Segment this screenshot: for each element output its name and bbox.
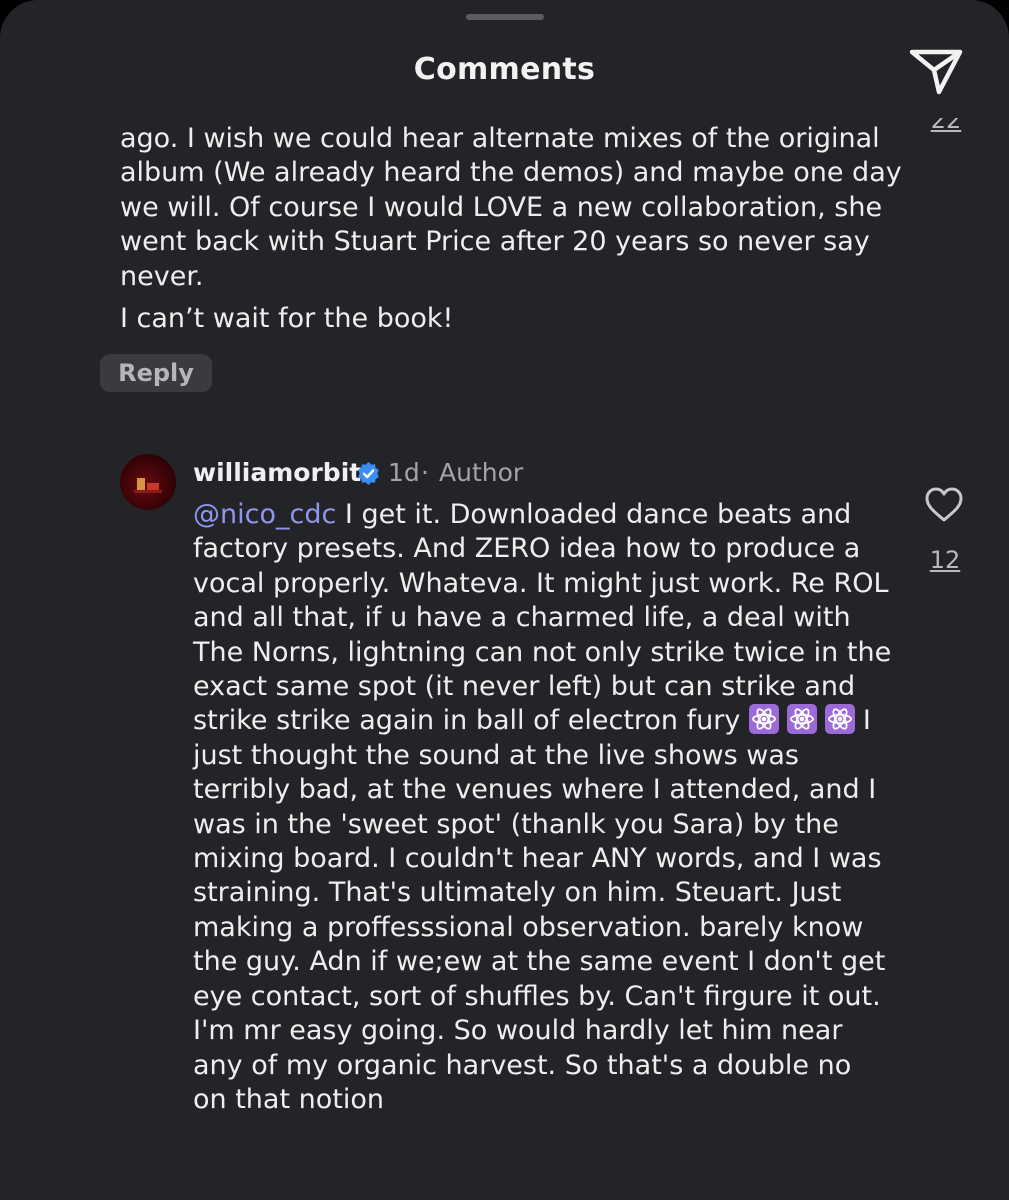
like-count[interactable]: 12 bbox=[924, 546, 966, 574]
previous-comment-text: ago. I wish we could hear alternate mixe… bbox=[120, 122, 910, 336]
drag-handle[interactable] bbox=[466, 14, 544, 20]
author-badge: Author bbox=[439, 458, 524, 487]
previous-like-count[interactable]: 22 bbox=[926, 118, 966, 134]
heart-icon[interactable] bbox=[924, 486, 964, 524]
comment-text: @nico_cdc I get it. Downloaded dance bea… bbox=[193, 498, 893, 1117]
atom-emoji bbox=[786, 704, 817, 735]
previous-comment-paragraph: ago. I wish we could hear alternate mixe… bbox=[120, 123, 902, 292]
previous-comment-paragraph: I can’t wait for the book! bbox=[120, 303, 454, 335]
username[interactable]: williamorbit bbox=[193, 458, 361, 487]
reply-button[interactable]: Reply bbox=[100, 354, 212, 392]
mention-link[interactable]: @nico_cdc bbox=[193, 499, 336, 530]
page-title: Comments bbox=[413, 52, 596, 87]
comment-text-part: I get it. Downloaded dance beats and fac… bbox=[193, 499, 892, 737]
avatar[interactable] bbox=[120, 454, 176, 510]
comments-sheet: Comments 22 ago. I wish we could hear al… bbox=[0, 0, 1009, 1200]
verified-icon bbox=[356, 461, 381, 486]
comment-text-part: I just thought the sound at the live sho… bbox=[193, 705, 886, 1115]
atom-emoji bbox=[748, 704, 779, 735]
comment-timestamp: 1d bbox=[388, 458, 420, 487]
send-icon[interactable] bbox=[908, 46, 964, 96]
atom-emoji bbox=[824, 704, 855, 735]
meta-separator: · bbox=[421, 458, 429, 487]
comments-list[interactable]: 22 ago. I wish we could hear alternate m… bbox=[0, 118, 1009, 1200]
